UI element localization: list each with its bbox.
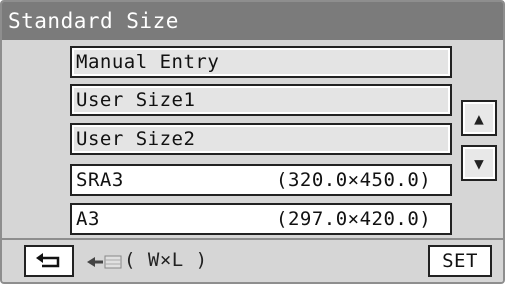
return-arrow-icon [36, 253, 60, 268]
set-button[interactable]: SET [428, 245, 492, 277]
list-item-size: (320.0×450.0) [276, 169, 432, 191]
list-item-user-size2[interactable]: User Size2 [70, 123, 452, 155]
scroll-down-button[interactable]: ▼ [461, 145, 497, 181]
standard-size-screen: Standard Size Manual Entry User Size1 Us… [0, 0, 505, 284]
triangle-up-icon: ▲ [474, 108, 484, 128]
scroll-up-button[interactable]: ▲ [461, 100, 497, 136]
triangle-down-icon: ▼ [474, 153, 484, 173]
list-item-label: User Size1 [76, 89, 196, 111]
list-item-a3[interactable]: A3 (297.0×420.0) [70, 203, 452, 235]
list-item-size: (297.0×420.0) [276, 208, 432, 230]
screen-title: Standard Size [2, 2, 503, 40]
list-item-label: User Size2 [76, 128, 196, 150]
paper-feed-icon [87, 255, 122, 269]
list-item-label: A3 [76, 208, 100, 230]
dimension-unit-label: ( W×L ) [124, 249, 208, 271]
list-item-label: Manual Entry [76, 51, 220, 73]
list-item-user-size1[interactable]: User Size1 [70, 84, 452, 116]
list-item-sra3[interactable]: SRA3 (320.0×450.0) [70, 164, 452, 196]
list-item-manual-entry[interactable]: Manual Entry [70, 46, 452, 78]
list-item-label: SRA3 [76, 169, 124, 191]
bottom-bar: ( W×L ) SET [2, 238, 503, 282]
back-button[interactable] [24, 245, 74, 277]
